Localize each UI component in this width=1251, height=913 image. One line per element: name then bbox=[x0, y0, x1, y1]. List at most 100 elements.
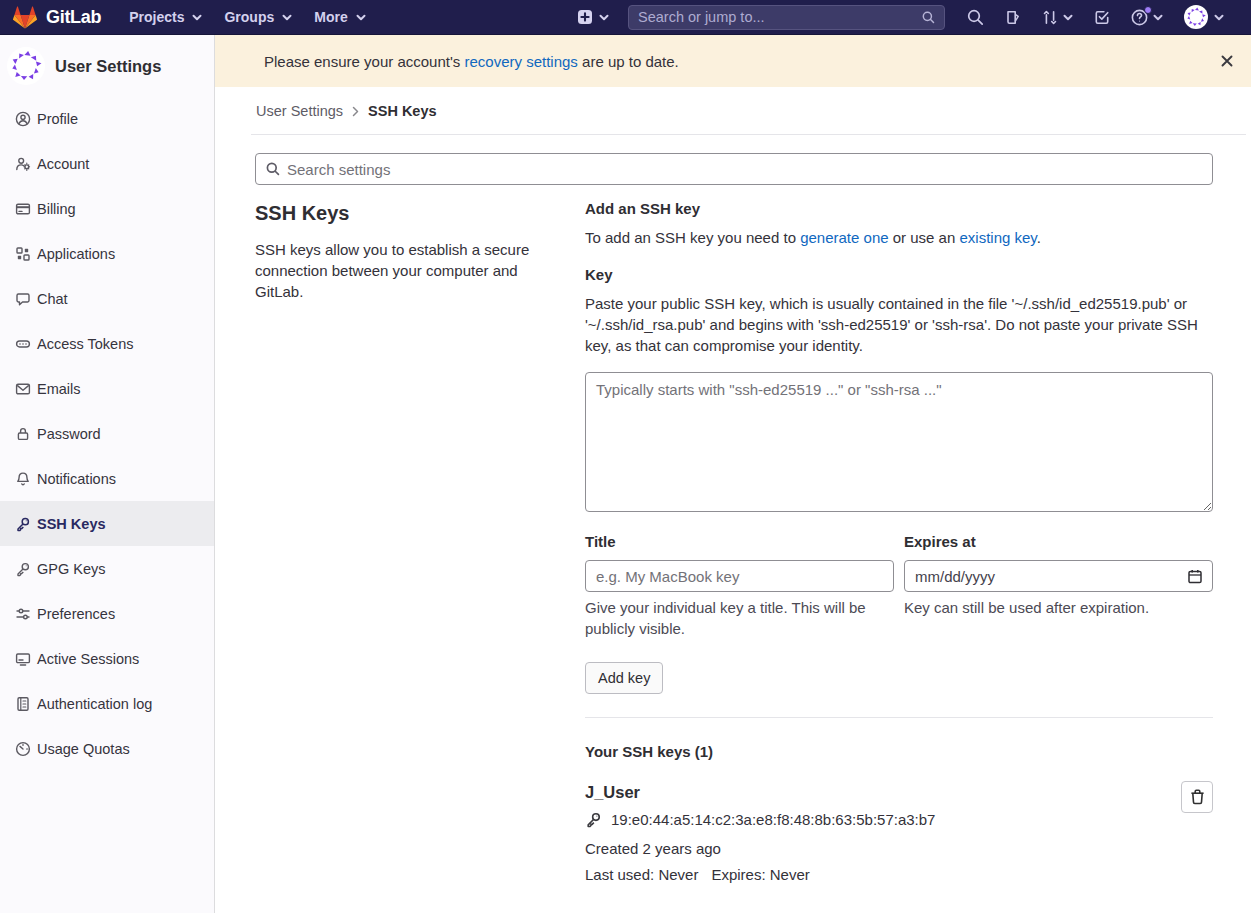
sidebar-item-billing[interactable]: Billing bbox=[0, 186, 214, 231]
title-help-text: Give your individual key a title. This w… bbox=[585, 597, 904, 639]
key-icon bbox=[15, 561, 31, 577]
active-sessions-icon bbox=[15, 651, 31, 667]
usage-quotas-icon bbox=[15, 741, 31, 757]
close-icon bbox=[1221, 55, 1233, 67]
sidebar-item-active-sessions[interactable]: Active Sessions bbox=[0, 636, 214, 681]
sidebar-item-chat[interactable]: Chat bbox=[0, 276, 214, 321]
access-tokens-icon bbox=[15, 336, 31, 352]
key-icon bbox=[585, 811, 602, 828]
settings-search bbox=[255, 153, 1213, 185]
sidebar-item-applications[interactable]: Applications bbox=[0, 231, 214, 276]
avatar bbox=[1184, 5, 1208, 29]
chevron-down-icon bbox=[282, 14, 292, 21]
sidebar-item-profile[interactable]: Profile bbox=[0, 96, 214, 141]
section-divider bbox=[585, 717, 1213, 718]
gitlab-logo-icon[interactable] bbox=[13, 6, 37, 29]
search-icon[interactable] bbox=[967, 9, 984, 26]
issues-icon[interactable] bbox=[1005, 9, 1021, 26]
sidebar-item-notifications[interactable]: Notifications bbox=[0, 456, 214, 501]
user-menu[interactable] bbox=[1184, 5, 1224, 29]
sidebar-item-password[interactable]: Password bbox=[0, 411, 214, 456]
ssh-key-last-used: Last used: Never bbox=[585, 864, 698, 885]
generate-one-link[interactable]: generate one bbox=[800, 229, 888, 246]
date-placeholder: mm/dd/yyyy bbox=[915, 568, 995, 585]
plus-square-icon bbox=[578, 10, 592, 24]
search-icon bbox=[266, 162, 280, 176]
your-ssh-keys-heading: Your SSH keys (1) bbox=[585, 741, 1213, 762]
key-icon bbox=[15, 516, 31, 532]
chevron-down-icon bbox=[599, 14, 609, 21]
ssh-key-name: J_User bbox=[585, 782, 1213, 802]
add-key-button[interactable]: Add key bbox=[585, 662, 663, 694]
sidebar-item-authentication-log[interactable]: Authentication log bbox=[0, 681, 214, 726]
sidebar-item-emails[interactable]: Emails bbox=[0, 366, 214, 411]
sidebar-title: User Settings bbox=[55, 57, 161, 76]
preferences-icon bbox=[15, 606, 31, 622]
applications-icon bbox=[15, 246, 31, 262]
ssh-key-fingerprint: 19:e0:44:a5:14:c2:3a:e8:f8:48:8b:63:5b:5… bbox=[611, 811, 935, 828]
expires-at-input[interactable]: mm/dd/yyyy bbox=[904, 560, 1213, 592]
sidebar-item-preferences[interactable]: Preferences bbox=[0, 591, 214, 636]
chevron-right-icon bbox=[352, 106, 359, 117]
sidebar-header: User Settings bbox=[0, 35, 214, 85]
global-search-input[interactable] bbox=[638, 9, 922, 25]
expires-help-text: Key can still be used after expiration. bbox=[904, 597, 1149, 639]
search-icon bbox=[922, 11, 935, 24]
nav-groups[interactable]: Groups bbox=[224, 9, 292, 25]
settings-sidebar: User Settings Profile Account Billing Ap… bbox=[0, 35, 215, 913]
emails-icon bbox=[15, 381, 31, 397]
expires-at-label: Expires at bbox=[904, 531, 1213, 552]
settings-search-input[interactable] bbox=[287, 161, 1202, 178]
global-search bbox=[628, 5, 945, 30]
breadcrumb: User Settings SSH Keys bbox=[251, 87, 1246, 135]
page-description: SSH keys allow you to establish a secure… bbox=[255, 239, 567, 302]
sidebar-item-account[interactable]: Account bbox=[0, 141, 214, 186]
todos-icon[interactable] bbox=[1094, 9, 1110, 26]
delete-key-button[interactable] bbox=[1181, 781, 1213, 813]
sidebar-item-gpg-keys[interactable]: GPG Keys bbox=[0, 546, 214, 591]
gitlab-wordmark[interactable]: GitLab bbox=[46, 7, 101, 28]
chevron-down-icon bbox=[1063, 14, 1073, 21]
ssh-key-list-item: J_User 19:e0:44:a5:14:c2:3a:e8:f8:48:8b:… bbox=[585, 782, 1213, 885]
merge-request-icon bbox=[1042, 9, 1058, 26]
ssh-key-textarea[interactable] bbox=[585, 372, 1213, 512]
nav-more[interactable]: More bbox=[314, 9, 365, 25]
sidebar-item-ssh-keys[interactable]: SSH Keys bbox=[0, 501, 214, 546]
sidebar-item-access-tokens[interactable]: Access Tokens bbox=[0, 321, 214, 366]
title-input[interactable] bbox=[585, 560, 894, 592]
password-icon bbox=[15, 426, 31, 442]
profile-icon bbox=[15, 111, 31, 127]
breadcrumb-ssh-keys: SSH Keys bbox=[368, 103, 437, 119]
ssh-key-created: Created 2 years ago bbox=[585, 838, 1213, 859]
help-menu[interactable] bbox=[1131, 9, 1163, 26]
page-title: SSH Keys bbox=[255, 202, 585, 225]
new-menu-button[interactable] bbox=[578, 10, 609, 24]
breadcrumb-user-settings[interactable]: User Settings bbox=[256, 103, 343, 119]
chevron-down-icon bbox=[192, 14, 202, 21]
title-label: Title bbox=[585, 531, 904, 552]
nav-projects[interactable]: Projects bbox=[129, 9, 202, 25]
sidebar-item-usage-quotas[interactable]: Usage Quotas bbox=[0, 726, 214, 771]
trash-icon bbox=[1190, 789, 1205, 805]
account-icon bbox=[15, 156, 31, 172]
recovery-settings-banner: Please ensure your account's recovery se… bbox=[215, 35, 1251, 87]
ssh-key-expires: Expires: Never bbox=[711, 864, 809, 885]
avatar bbox=[7, 47, 45, 85]
notifications-icon bbox=[15, 471, 31, 487]
billing-icon bbox=[15, 201, 31, 217]
recovery-settings-link[interactable]: recovery settings bbox=[464, 53, 577, 70]
top-navbar: GitLab Projects Groups More bbox=[0, 0, 1251, 35]
sidebar-nav: Profile Account Billing Applications Cha… bbox=[0, 96, 214, 771]
chevron-down-icon bbox=[1153, 14, 1163, 21]
add-ssh-key-label: Add an SSH key bbox=[585, 198, 1213, 219]
chevron-down-icon bbox=[1214, 14, 1224, 21]
key-help-text: Paste your public SSH key, which is usua… bbox=[585, 293, 1213, 356]
banner-close-button[interactable] bbox=[1219, 53, 1235, 69]
banner-text: Please ensure your account's recovery se… bbox=[264, 53, 679, 70]
merge-requests-menu[interactable] bbox=[1042, 9, 1073, 26]
existing-key-link[interactable]: existing key bbox=[959, 229, 1036, 246]
notification-dot bbox=[1144, 6, 1152, 14]
main-content: Please ensure your account's recovery se… bbox=[215, 35, 1251, 913]
calendar-icon[interactable] bbox=[1188, 569, 1202, 584]
log-icon bbox=[15, 696, 31, 712]
